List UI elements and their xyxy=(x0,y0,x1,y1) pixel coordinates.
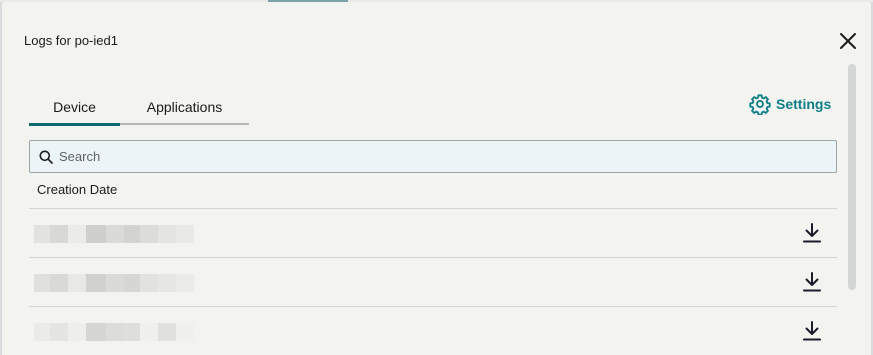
download-button[interactable] xyxy=(801,320,823,342)
column-header-creation-date[interactable]: Creation Date xyxy=(37,182,117,197)
search-box xyxy=(29,140,837,173)
scrollbar[interactable] xyxy=(848,64,856,290)
redacted-date xyxy=(34,323,194,341)
logs-dialog: Logs for po-ied1 Device Applications Set… xyxy=(2,2,871,355)
dialog-title: Logs for po-ied1 xyxy=(24,33,118,48)
table-row xyxy=(29,209,837,257)
download-icon xyxy=(803,223,821,243)
settings-label: Settings xyxy=(776,96,832,112)
settings-button[interactable]: Settings xyxy=(749,93,831,115)
table-row xyxy=(29,307,837,355)
redacted-date xyxy=(34,274,194,292)
tab-device[interactable]: Device xyxy=(29,90,120,123)
redacted-date xyxy=(34,225,194,243)
download-button[interactable] xyxy=(801,271,823,293)
download-button[interactable] xyxy=(801,222,823,244)
table-row xyxy=(29,258,837,306)
gear-icon xyxy=(749,94,771,115)
close-button[interactable] xyxy=(837,30,859,52)
search-input[interactable] xyxy=(57,148,821,165)
search-icon xyxy=(39,150,53,164)
tab-active-indicator xyxy=(29,123,120,126)
download-icon xyxy=(803,272,821,292)
download-icon xyxy=(803,321,821,341)
tab-applications[interactable]: Applications xyxy=(120,90,249,123)
tab-bar: Device Applications xyxy=(29,90,249,126)
close-icon xyxy=(840,33,856,49)
